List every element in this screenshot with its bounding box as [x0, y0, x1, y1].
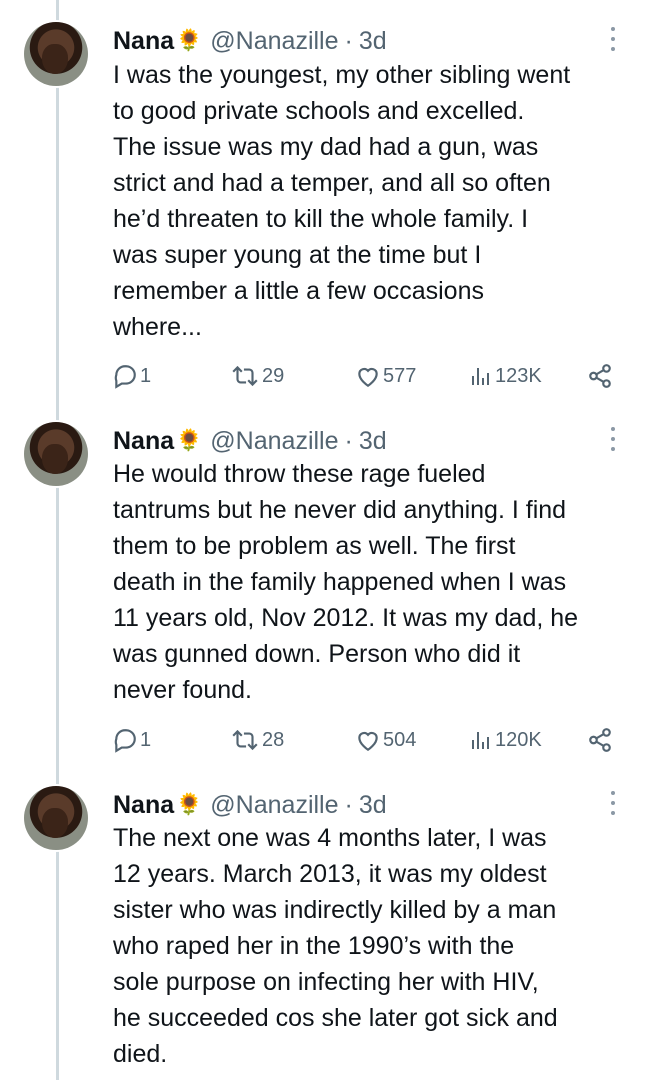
views-button[interactable]: 120K [469, 725, 542, 755]
tweet-header: Nana 🌻 @Nanazille · 3d [113, 22, 387, 60]
reply-button[interactable]: 1 [112, 361, 151, 391]
more-options-icon[interactable] [606, 788, 620, 818]
repost-button[interactable]: 29 [230, 361, 284, 391]
more-options-icon[interactable] [606, 24, 620, 54]
like-count: 577 [383, 364, 417, 387]
separator-dot: · [344, 26, 353, 55]
tweet-age[interactable]: 3d [359, 791, 387, 820]
tweet-header: Nana 🌻 @Nanazille · 3d [113, 422, 387, 460]
avatar[interactable] [24, 22, 88, 86]
like-button[interactable]: 504 [355, 725, 416, 755]
separator-dot: · [344, 426, 353, 455]
tweet-age[interactable]: 3d [359, 427, 387, 456]
thread-connector-line [56, 0, 59, 1080]
repost-count: 29 [262, 364, 285, 387]
share-button[interactable] [587, 725, 613, 755]
tweet-age[interactable]: 3d [359, 27, 387, 56]
separator-dot: · [344, 790, 353, 819]
tweet-actions: 1 28 504 120K [112, 725, 632, 755]
share-icon [589, 728, 611, 752]
heart-icon [358, 731, 378, 752]
repost-icon [232, 365, 258, 387]
tweet-text: He would throw these rage fueled tantrum… [113, 460, 579, 704]
author-handle[interactable]: @Nanazille [210, 427, 338, 456]
heart-icon [358, 367, 378, 388]
avatar[interactable] [24, 786, 88, 850]
like-button[interactable]: 577 [355, 361, 416, 391]
repost-count: 28 [262, 728, 285, 751]
avatar[interactable] [24, 422, 88, 486]
tweet-text: The next one was 4 months later, I was 1… [113, 824, 558, 1068]
like-count: 504 [383, 728, 417, 751]
author-name[interactable]: Nana [113, 791, 174, 820]
sunflower-icon: 🌻 [176, 429, 203, 452]
more-options-icon[interactable] [606, 424, 620, 454]
author-handle[interactable]: @Nanazille [210, 791, 338, 820]
sunflower-icon: 🌻 [176, 29, 203, 52]
view-count: 123K [495, 364, 542, 387]
reply-count: 1 [140, 364, 152, 387]
author-handle[interactable]: @Nanazille [210, 27, 338, 56]
reply-icon [114, 365, 136, 389]
tweet-actions: 1 29 577 123K [112, 361, 632, 391]
sunflower-icon: 🌻 [176, 793, 203, 816]
view-count: 120K [495, 728, 542, 751]
reply-button[interactable]: 1 [112, 725, 151, 755]
tweet-text: I was the youngest, my other sibling wen… [113, 61, 571, 341]
views-chart-icon [472, 732, 489, 749]
tweet-header: Nana 🌻 @Nanazille · 3d [113, 786, 387, 824]
reply-icon [114, 729, 136, 753]
views-chart-icon [472, 368, 489, 385]
repost-button[interactable]: 28 [230, 725, 284, 755]
author-name[interactable]: Nana [113, 427, 174, 456]
author-name[interactable]: Nana [113, 27, 174, 56]
repost-icon [232, 729, 258, 751]
views-button[interactable]: 123K [469, 361, 542, 391]
share-button[interactable] [587, 361, 613, 391]
reply-count: 1 [140, 728, 152, 751]
share-icon [589, 364, 611, 388]
